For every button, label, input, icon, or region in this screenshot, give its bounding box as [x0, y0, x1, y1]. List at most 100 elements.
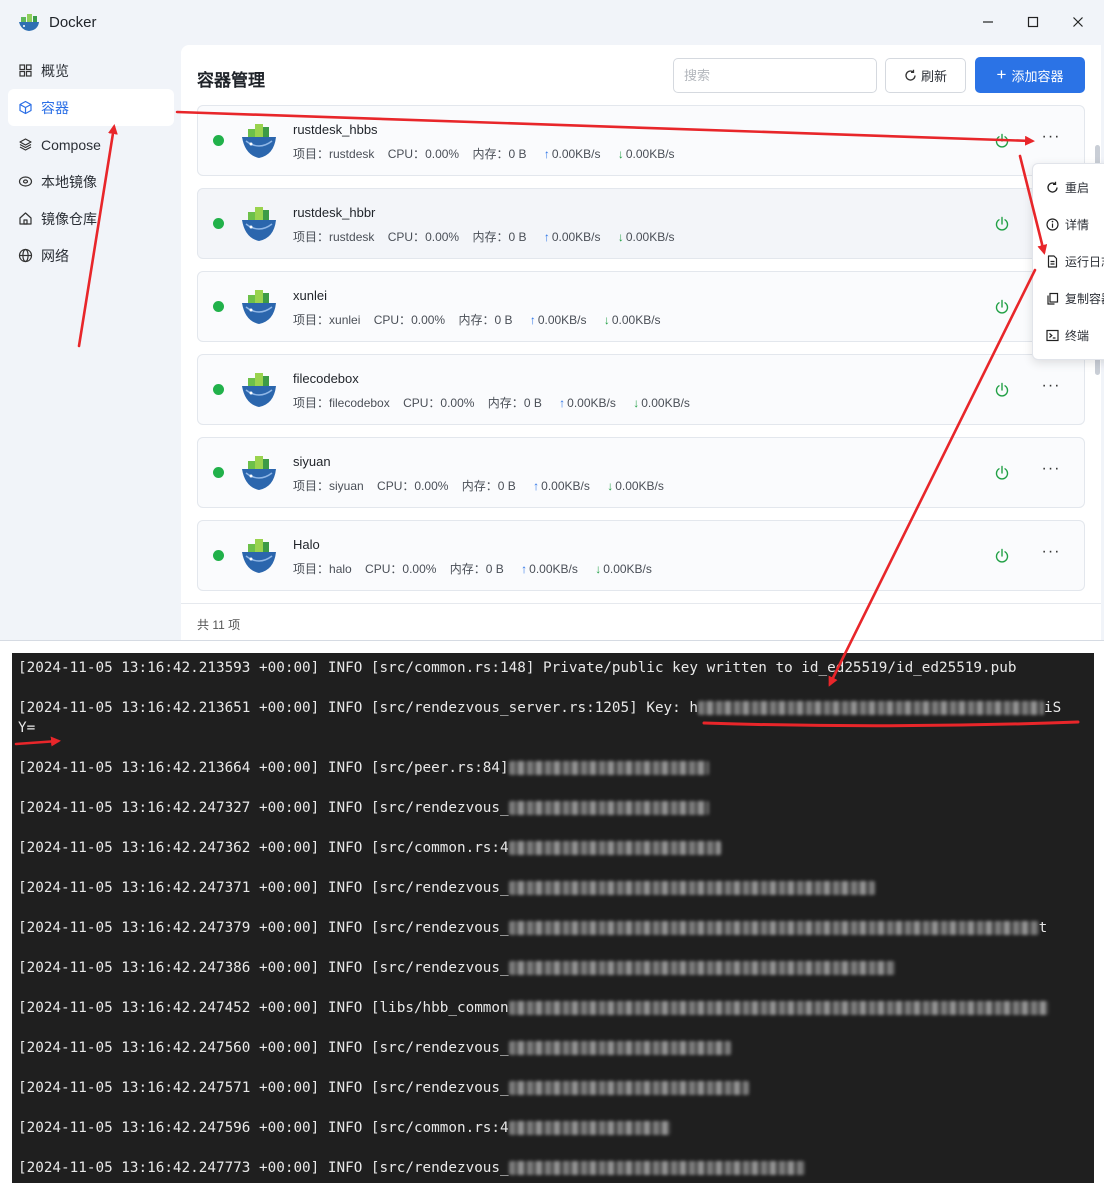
layers-icon	[19, 138, 32, 151]
redacted-text	[508, 961, 895, 975]
refresh-icon	[905, 69, 916, 81]
close-window-button[interactable]	[1063, 8, 1093, 36]
sidebar-item-network[interactable]: 网络	[8, 237, 174, 274]
arrow-up-icon: ↑	[533, 479, 540, 493]
log-line: [2024-11-05 13:16:42.247773 +00:00] INFO…	[18, 1160, 805, 1176]
refresh-label: 刷新	[920, 69, 947, 84]
copy-icon	[1047, 292, 1059, 305]
refresh-button[interactable]: 刷新	[885, 58, 966, 93]
more-options-button[interactable]: ···	[1038, 128, 1064, 148]
redacted-text	[508, 1081, 749, 1095]
upload-rate: ↑ 0.00KB/s	[543, 147, 601, 161]
disc-icon	[18, 176, 33, 187]
add-container-button[interactable]: + 添加容器	[975, 57, 1085, 93]
cube-icon	[19, 100, 32, 115]
redacted-text	[508, 761, 709, 775]
log-line: [2024-11-05 13:16:42.247596 +00:00] INFO…	[18, 1120, 671, 1136]
arrow-down-icon: ↓	[633, 396, 640, 410]
memory-label: 内存：0 B	[461, 479, 516, 493]
info-icon	[1046, 218, 1059, 231]
container-card-rustdesk-hbbs[interactable]: rustdesk_hbbs 项目：rustdesk CPU：0.00% 内存：0…	[197, 105, 1085, 176]
container-card-filecodebox[interactable]: filecodebox 项目：filecodebox CPU：0.00% 内存：…	[197, 354, 1085, 425]
upload-rate: ↑ 0.00KB/s	[543, 230, 601, 244]
container-name: rustdesk_hbbs	[293, 122, 378, 137]
close-icon	[1073, 17, 1083, 27]
container-card-rustdesk-hbbr[interactable]: rustdesk_hbbr 项目：rustdesk CPU：0.00% 内存：0…	[197, 188, 1085, 259]
arrow-down-icon: ↓	[617, 147, 624, 161]
menu-item-label: 运行日志	[1065, 255, 1104, 269]
menu-item-logs[interactable]: 运行日志	[1033, 243, 1104, 280]
download-rate: ↓ 0.00KB/s	[617, 230, 675, 244]
menu-item-label: 详情	[1065, 218, 1090, 232]
menu-item-copy[interactable]: 复制容器	[1033, 280, 1104, 317]
sidebar-item-label: Compose	[41, 136, 101, 153]
maximize-button[interactable]	[1018, 8, 1048, 36]
more-options-button[interactable]: ···	[1038, 543, 1064, 563]
container-management-panel: 容器管理 刷新 + 添加容器 rustdesk_hbbs 项目：rustdesk…	[181, 45, 1101, 640]
container-context-menu: 重启 详情 运行日志 复制容器 终端	[1032, 163, 1104, 360]
sidebar-item-containers[interactable]: 容器	[8, 89, 174, 126]
power-icon[interactable]	[994, 548, 1010, 564]
cpu-label: CPU：0.00%	[377, 479, 449, 493]
log-line: [2024-11-05 13:16:42.247571 +00:00] INFO…	[18, 1080, 749, 1096]
search-input[interactable]	[673, 58, 877, 93]
power-icon[interactable]	[994, 133, 1010, 149]
log-line: [2024-11-05 13:16:42.247452 +00:00] INFO…	[18, 1000, 1049, 1016]
more-options-button[interactable]: ···	[1038, 377, 1064, 397]
arrow-down-icon: ↓	[607, 479, 614, 493]
cpu-label: CPU：0.00%	[387, 147, 460, 161]
power-icon[interactable]	[994, 465, 1010, 481]
cpu-label: CPU：0.00%	[387, 230, 460, 244]
redacted-text	[508, 1041, 731, 1055]
menu-item-restart[interactable]: 重启	[1033, 169, 1104, 206]
redacted-text	[698, 701, 1044, 715]
project-label: 项目：xunlei	[293, 313, 361, 327]
menu-item-terminal[interactable]: 终端	[1033, 317, 1104, 354]
project-label: 项目：siyuan	[293, 479, 364, 493]
sidebar-item-local-images[interactable]: 本地镜像	[8, 163, 174, 200]
more-options-button[interactable]: ···	[1038, 460, 1064, 480]
arrow-down-icon: ↓	[595, 562, 602, 576]
container-meta: 项目：siyuan CPU：0.00% 内存：0 B ↑ 0.00KB/s ↓ 0.…	[293, 477, 674, 494]
docker-window: Docker 概览 容器 Compose 本地镜像 镜像仓库 网络 容器管理 搜…	[0, 0, 1104, 641]
container-meta: 项目：rustdesk CPU：0.00% 内存：0 B ↑ 0.00KB/s ↓…	[293, 145, 685, 162]
sidebar-item-compose[interactable]: Compose	[8, 126, 174, 163]
redacted-text	[508, 1121, 671, 1135]
minimize-button[interactable]	[973, 8, 1003, 36]
download-rate: ↓ 0.00KB/s	[595, 562, 652, 576]
sidebar-item-label: 镜像仓库	[41, 210, 97, 227]
arrow-up-icon: ↑	[543, 230, 550, 244]
cpu-label: CPU：0.00%	[365, 562, 437, 576]
home-icon	[19, 212, 32, 225]
maximize-icon	[1027, 16, 1039, 28]
menu-item-details[interactable]: 详情	[1033, 206, 1104, 243]
arrow-up-icon: ↑	[529, 313, 536, 327]
container-meta: 项目：rustdesk CPU：0.00% 内存：0 B ↑ 0.00KB/s ↓…	[293, 228, 685, 245]
sidebar-item-overview[interactable]: 概览	[8, 52, 174, 89]
upload-rate: ↑ 0.00KB/s	[533, 479, 590, 493]
container-meta: 项目：halo CPU：0.00% 内存：0 B ↑ 0.00KB/s ↓ 0.00…	[293, 560, 662, 577]
power-icon[interactable]	[994, 382, 1010, 398]
power-icon[interactable]	[994, 216, 1010, 232]
cpu-label: CPU：0.00%	[373, 313, 446, 327]
arrow-down-icon: ↓	[617, 230, 624, 244]
restart-icon	[1047, 181, 1058, 193]
memory-label: 内存：0 B	[472, 147, 527, 161]
log-line: [2024-11-05 13:16:42.213651 +00:00] INFO…	[18, 700, 1062, 716]
sidebar-item-registry[interactable]: 镜像仓库	[8, 200, 174, 237]
upload-rate: ↑ 0.00KB/s	[529, 313, 587, 327]
container-list: rustdesk_hbbs 项目：rustdesk CPU：0.00% 内存：0…	[197, 105, 1085, 602]
log-line: [2024-11-05 13:16:42.247379 +00:00] INFO…	[18, 920, 1048, 936]
running-status-dot	[213, 218, 224, 229]
redacted-text	[508, 1161, 805, 1175]
memory-label: 内存：0 B	[458, 313, 513, 327]
list-divider	[181, 603, 1101, 604]
page-title: 容器管理	[197, 71, 265, 90]
globe-icon	[18, 248, 33, 263]
power-icon[interactable]	[994, 299, 1010, 315]
log-terminal: [2024-11-05 13:16:42.213593 +00:00] INFO…	[12, 653, 1094, 1183]
container-card-halo[interactable]: Halo 项目：halo CPU：0.00% 内存：0 B ↑ 0.00KB/s …	[197, 520, 1085, 591]
container-card-siyuan[interactable]: siyuan 项目：siyuan CPU：0.00% 内存：0 B ↑ 0.00K…	[197, 437, 1085, 508]
container-card-xunlei[interactable]: xunlei 项目：xunlei CPU：0.00% 内存：0 B ↑ 0.00K…	[197, 271, 1085, 342]
log-line: [2024-11-05 13:16:42.247362 +00:00] INFO…	[18, 840, 721, 856]
